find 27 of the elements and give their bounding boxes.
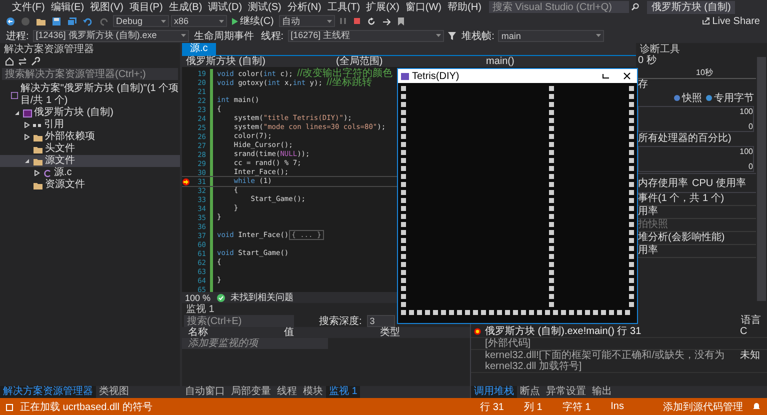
section-title: 存 [637, 79, 649, 91]
thread-label: 线程: [260, 30, 285, 42]
axis-label: 0 [748, 162, 753, 171]
line-indicator: 行 31 [480, 400, 504, 414]
session-time: 0 秒 [637, 55, 658, 67]
column-indicator: 列 1 [524, 400, 542, 414]
timeline-label: 10秒 [696, 68, 713, 77]
panel-title: 解决方案资源管理器 [4, 42, 94, 56]
insert-mode: Ins [610, 401, 624, 412]
search-depth-label: 搜索深度: [318, 314, 363, 328]
issues-status: 未找到相关问题 [230, 291, 294, 304]
panel-title: 监视 1 [186, 302, 214, 316]
legend-label: 专用字节 [714, 92, 754, 105]
section-title: 所有处理器的百分比) [637, 133, 732, 145]
window-title: 俄罗斯方块 (自制) [647, 0, 735, 14]
legend-label: 快照 [682, 92, 702, 105]
panel-title: 诊断工具 [640, 42, 680, 55]
char-indicator: 字符 1 [562, 400, 591, 414]
axis-label: 100 [740, 147, 753, 156]
language-cell-text: C [740, 326, 748, 337]
window-title: Tetris(DIY) [412, 70, 460, 82]
process-label: 进程: [5, 30, 30, 42]
language-cell-text: 未知 [740, 350, 761, 361]
axis-label: 0 [748, 122, 753, 131]
stack-frame-label: 堆栈帧: [460, 30, 496, 42]
status-message: 正在加载 ucrtbased.dll 的符号 [20, 400, 152, 414]
axis-label: 100 [740, 107, 753, 116]
